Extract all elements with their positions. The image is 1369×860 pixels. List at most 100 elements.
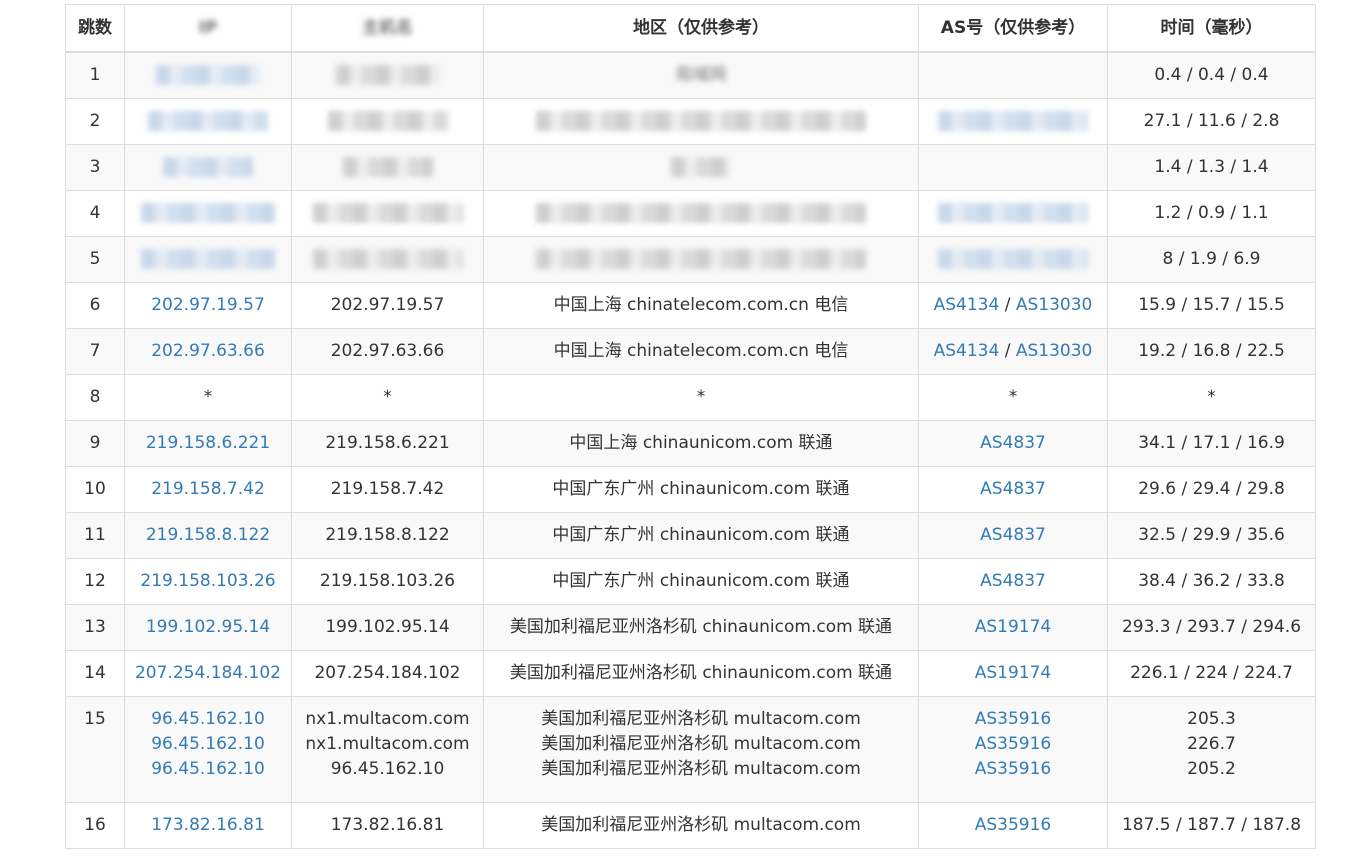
ip-cell-redacted [124, 190, 292, 237]
region-line: 美国加利福尼亚州洛杉矶 multacom.com [541, 759, 861, 779]
table-row: 14 207.254.184.102 207.254.184.102 美国加利福… [65, 650, 1316, 697]
ip-link[interactable]: 199.102.95.14 [146, 617, 270, 637]
ip-cell: 202.97.63.66 [124, 328, 292, 375]
time-cell: 187.5 / 187.7 / 187.8 [1107, 802, 1316, 849]
ip-cell: 207.254.184.102 [124, 650, 292, 697]
header-ip-text: IP [198, 17, 218, 38]
time-cell: 293.3 / 293.7 / 294.6 [1107, 604, 1316, 651]
as-link[interactable]: AS13030 [1016, 295, 1093, 315]
region-line: 美国加利福尼亚州洛杉矶 multacom.com [541, 734, 861, 754]
host-cell: 199.102.95.14 [291, 604, 484, 651]
time-cell: 34.1 / 17.1 / 16.9 [1107, 420, 1316, 467]
redacted-block [156, 65, 260, 85]
as-link[interactable]: AS4837 [980, 433, 1046, 453]
as-link[interactable]: AS4837 [980, 571, 1046, 591]
as-link[interactable]: AS19174 [975, 663, 1052, 683]
table-row: 1 局域网 0.4 / 0.4 / 0.4 [65, 51, 1316, 99]
time-line: 205.3 [1187, 709, 1236, 729]
ip-cell: 219.158.7.42 [124, 466, 292, 513]
time-cell: 32.5 / 29.9 / 35.6 [1107, 512, 1316, 559]
as-cell-redacted [918, 190, 1108, 237]
ip-cell: * [124, 374, 292, 421]
ip-cell: 202.97.19.57 [124, 282, 292, 329]
ip-cell-redacted [124, 51, 292, 99]
hop-number: 6 [65, 282, 125, 329]
redacted-block [141, 203, 275, 223]
host-cell: 219.158.103.26 [291, 558, 484, 605]
ip-link[interactable]: 219.158.6.221 [146, 433, 270, 453]
as-link[interactable]: AS35916 [975, 815, 1052, 835]
redacted-block [938, 249, 1088, 269]
region-cell: * [483, 374, 919, 421]
time-cell: 1.2 / 0.9 / 1.1 [1107, 190, 1316, 237]
region-cell: 中国广东广州 chinaunicom.com 联通 [483, 466, 919, 513]
hop-number: 1 [65, 51, 125, 99]
region-text-redacted: 局域网 [675, 65, 727, 85]
time-cell: 38.4 / 36.2 / 33.8 [1107, 558, 1316, 605]
host-cell-redacted [291, 144, 484, 191]
redacted-block [342, 157, 433, 177]
ip-link[interactable]: 96.45.162.10 [129, 732, 287, 757]
ip-cell-redacted [124, 144, 292, 191]
hop-number: 9 [65, 420, 125, 467]
region-line: 美国加利福尼亚州洛杉矶 multacom.com [541, 709, 861, 729]
ip-link[interactable]: 202.97.63.66 [151, 341, 265, 361]
as-cell: AS19174 [918, 650, 1108, 697]
redacted-block [536, 203, 866, 223]
host-cell: * [291, 374, 484, 421]
as-cell-redacted [918, 236, 1108, 283]
hop-number: 4 [65, 190, 125, 237]
table-row: 2 27.1 / 11.6 / 2.8 [65, 98, 1316, 145]
ip-link[interactable]: 202.97.19.57 [151, 295, 265, 315]
redacted-block [671, 157, 731, 177]
ip-link[interactable]: 219.158.8.122 [146, 525, 270, 545]
host-cell: 219.158.6.221 [291, 420, 484, 467]
header-time: 时间（毫秒） [1107, 4, 1316, 53]
ip-link[interactable]: 173.82.16.81 [151, 815, 265, 835]
as-link[interactable]: AS35916 [923, 707, 1103, 732]
table-row: 3 1.4 / 1.3 / 1.4 [65, 144, 1316, 191]
ip-cell: 96.45.162.10 96.45.162.10 96.45.162.10 [124, 696, 292, 803]
ip-link[interactable]: 219.158.103.26 [140, 571, 275, 591]
as-cell: AS19174 [918, 604, 1108, 651]
redacted-block [312, 249, 463, 269]
table-header-row: 跳数 IP 主机名 地区（仅供参考） AS号（仅供参考） 时间（毫秒） [65, 4, 1316, 53]
region-cell-redacted [483, 144, 919, 191]
as-link[interactable]: AS4134 [934, 341, 1000, 361]
ip-link[interactable]: 219.158.7.42 [151, 479, 265, 499]
region-cell: 美国加利福尼亚州洛杉矶 multacom.com [483, 802, 919, 849]
as-link[interactable]: AS4837 [980, 479, 1046, 499]
as-link[interactable]: AS35916 [923, 757, 1103, 782]
as-cell-redacted [918, 144, 1108, 191]
as-link[interactable]: AS13030 [1016, 341, 1093, 361]
ip-cell: 219.158.103.26 [124, 558, 292, 605]
ip-cell: 219.158.6.221 [124, 420, 292, 467]
hop-number: 3 [65, 144, 125, 191]
host-line: nx1.multacom.com [305, 734, 470, 754]
hop-number: 16 [65, 802, 125, 849]
ip-link[interactable]: 96.45.162.10 [129, 707, 287, 732]
time-cell: 1.4 / 1.3 / 1.4 [1107, 144, 1316, 191]
as-cell: AS4837 [918, 558, 1108, 605]
as-cell: AS4134 / AS13030 [918, 282, 1108, 329]
as-link[interactable]: AS19174 [975, 617, 1052, 637]
ip-link[interactable]: 96.45.162.10 [129, 757, 287, 782]
redacted-block [312, 203, 463, 223]
table-row: 9 219.158.6.221 219.158.6.221 中国上海 china… [65, 420, 1316, 467]
hop-number: 13 [65, 604, 125, 651]
as-link[interactable]: AS4837 [980, 525, 1046, 545]
host-cell: 219.158.8.122 [291, 512, 484, 559]
redacted-block [938, 111, 1088, 131]
time-cell: 8 / 1.9 / 6.9 [1107, 236, 1316, 283]
as-cell: AS35916 AS35916 AS35916 [918, 696, 1108, 803]
as-link[interactable]: AS4134 [934, 295, 1000, 315]
as-link[interactable]: AS35916 [923, 732, 1103, 757]
ip-link[interactable]: 207.254.184.102 [135, 663, 281, 683]
redacted-block [536, 249, 866, 269]
region-cell: 美国加利福尼亚州洛杉矶 chinaunicom.com 联通 [483, 650, 919, 697]
redacted-block [163, 157, 253, 177]
header-hop: 跳数 [65, 4, 125, 53]
as-cell: AS4837 [918, 512, 1108, 559]
host-cell-redacted [291, 190, 484, 237]
redacted-block [335, 65, 440, 85]
